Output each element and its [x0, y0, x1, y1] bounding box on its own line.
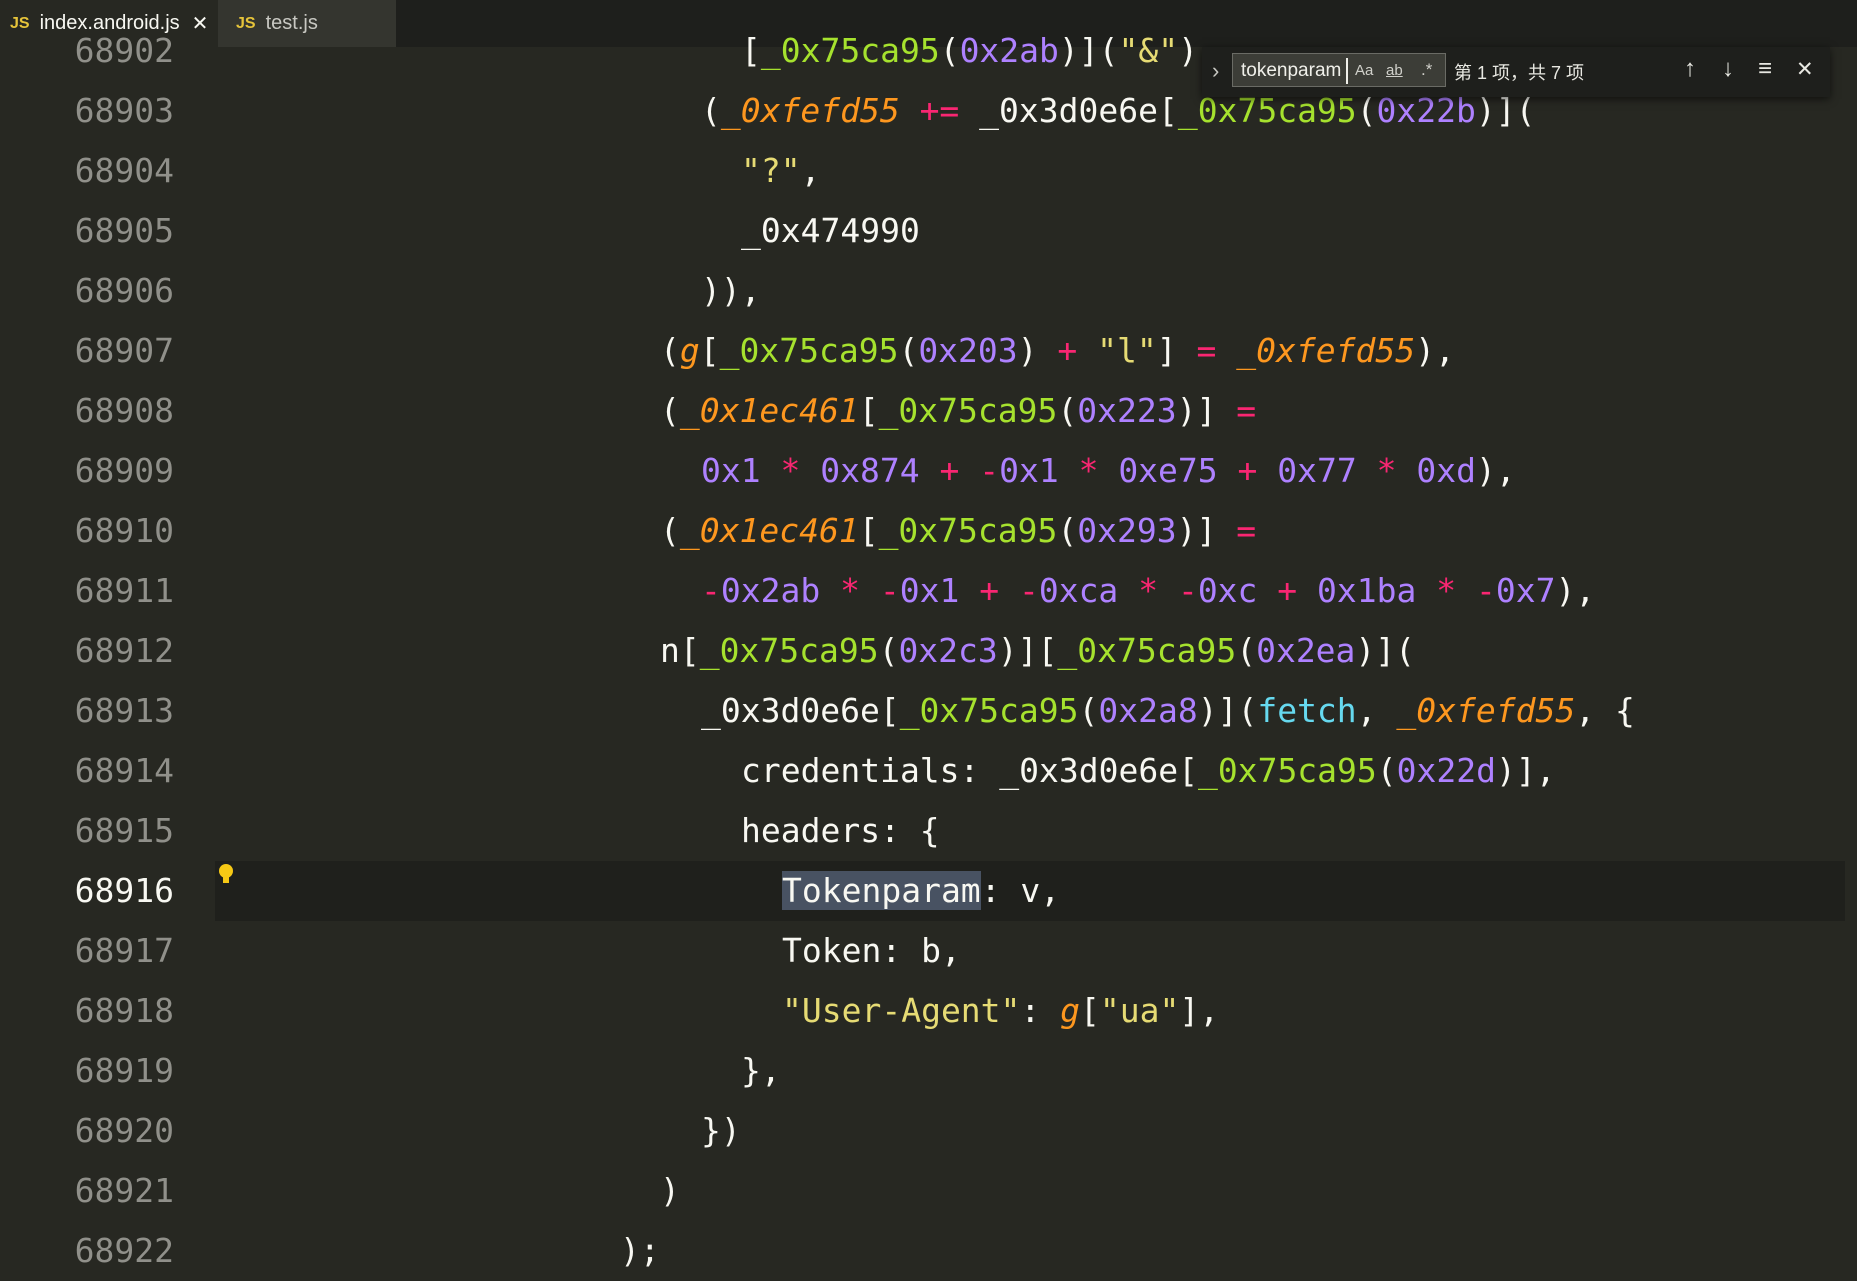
- line-number: 68906: [74, 271, 174, 310]
- close-find-icon[interactable]: ✕: [1796, 57, 1814, 82]
- line-number: 68913: [74, 691, 174, 730]
- text-cursor: [1346, 58, 1348, 84]
- code-text: _0x474990: [741, 211, 920, 250]
- code-line: 68908 (_0x1ec461[_0x75ca95(0x223)] =: [0, 381, 1857, 441]
- line-number: 68922: [74, 1231, 174, 1270]
- code-text: ): [660, 1171, 680, 1210]
- next-match-arrow-icon[interactable]: ↓: [1722, 55, 1734, 83]
- code-line: 68912 n[_0x75ca95(0x2c3)][_0x75ca95(0x2e…: [0, 621, 1857, 681]
- code-line: 68904 "?",: [0, 141, 1857, 201]
- code-line: 68915 headers: {: [0, 801, 1857, 861]
- line-number: 68904: [74, 151, 174, 190]
- code-text: )),: [701, 271, 761, 310]
- whole-word-icon[interactable]: ab: [1386, 62, 1403, 79]
- code-line: 68911 -0x2ab * -0x1 + -0xca * -0xc + 0x1…: [0, 561, 1857, 621]
- find-input[interactable]: [1241, 60, 1353, 82]
- code-text: (_0x1ec461[_0x75ca95(0x293)] =: [660, 511, 1257, 550]
- line-number: 68912: [74, 631, 174, 670]
- line-number: 68919: [74, 1051, 174, 1090]
- line-number: 68918: [74, 991, 174, 1030]
- code-text: credentials: _0x3d0e6e[_0x75ca95(0x22d)]…: [741, 751, 1556, 790]
- line-number: 68908: [74, 391, 174, 430]
- line-number: 68914: [74, 751, 174, 790]
- code-line: 68920 }): [0, 1101, 1857, 1161]
- line-number: 68920: [74, 1111, 174, 1150]
- code-text: -0x2ab * -0x1 + -0xca * -0xc + 0x1ba * -…: [701, 571, 1596, 610]
- toggle-replace-chevron-icon[interactable]: ›: [1212, 58, 1219, 84]
- code-text: headers: {: [741, 811, 940, 850]
- code-line: 68909 0x1 * 0x874 + -0x1 * 0xe75 + 0x77 …: [0, 441, 1857, 501]
- code-line: 68906 )),: [0, 261, 1857, 321]
- code-line: 68905 _0x474990: [0, 201, 1857, 261]
- line-number: 68910: [74, 511, 174, 550]
- match-case-icon[interactable]: Aa: [1355, 62, 1373, 79]
- code-text: n[_0x75ca95(0x2c3)][_0x75ca95(0x2ea)](: [660, 631, 1416, 670]
- code-line: 68910 (_0x1ec461[_0x75ca95(0x293)] =: [0, 501, 1857, 561]
- code-line: 68922 );: [0, 1221, 1857, 1281]
- line-number: 68916: [74, 871, 174, 910]
- code-text: (_0x1ec461[_0x75ca95(0x223)] =: [660, 391, 1257, 430]
- previous-match-arrow-icon[interactable]: ↑: [1684, 55, 1696, 83]
- code-text: );: [620, 1231, 660, 1270]
- code-text: (g[_0x75ca95(0x203) + "l"] = _0xfefd55),: [660, 331, 1455, 370]
- code-text: "User-Agent": g["ua"],: [782, 991, 1220, 1030]
- code-line: 68913 _0x3d0e6e[_0x75ca95(0x2a8)](fetch,…: [0, 681, 1857, 741]
- line-number: 68909: [74, 451, 174, 490]
- code-line: 68907 (g[_0x75ca95(0x203) + "l"] = _0xfe…: [0, 321, 1857, 381]
- find-result-count: 第 1 项，共 7 项: [1454, 63, 1585, 83]
- line-number: 68911: [74, 571, 174, 610]
- code-line: 68919 },: [0, 1041, 1857, 1101]
- code-line: 68918 "User-Agent": g["ua"],: [0, 981, 1857, 1041]
- code-text: Token: b,: [782, 931, 961, 970]
- find-in-selection-icon[interactable]: ≡: [1758, 55, 1772, 83]
- code-text: },: [741, 1051, 781, 1090]
- line-number: 68905: [74, 211, 174, 250]
- code-text: }): [701, 1111, 741, 1150]
- regex-icon[interactable]: .*: [1421, 60, 1432, 80]
- line-number: 68907: [74, 331, 174, 370]
- code-editor[interactable]: 68902 [_0x75ca95(0x2ab)]("&"), 68903 (_0…: [0, 31, 1857, 1272]
- find-widget: › Aa ab .* 第 1 项，共 7 项 ↑ ↓ ≡ ✕: [1202, 47, 1830, 97]
- line-number: 68915: [74, 811, 174, 850]
- line-number: 68921: [74, 1171, 174, 1210]
- code-line: 68921 ): [0, 1161, 1857, 1221]
- lightbulb-icon[interactable]: [214, 864, 238, 890]
- line-number: 68903: [74, 91, 174, 130]
- code-text: "?",: [741, 151, 821, 190]
- code-line: 68917 Token: b,: [0, 921, 1857, 981]
- code-line: 68914 credentials: _0x3d0e6e[_0x75ca95(0…: [0, 741, 1857, 801]
- code-text: [_0x75ca95(0x2ab)]("&"),: [741, 31, 1218, 70]
- find-input-box[interactable]: Aa ab .*: [1232, 53, 1446, 87]
- code-text: 0x1 * 0x874 + -0x1 * 0xe75 + 0x77 * 0xd)…: [701, 451, 1516, 490]
- search-match-highlight: Tokenparam: [782, 871, 981, 910]
- line-number: 68902: [74, 31, 174, 70]
- code-line-current: 68916 Tokenparam: v,: [0, 861, 1857, 921]
- code-text: _0x3d0e6e[_0x75ca95(0x2a8)](fetch, _0xfe…: [701, 691, 1635, 730]
- line-number: 68917: [74, 931, 174, 970]
- code-text: Tokenparam: v,: [782, 871, 1061, 910]
